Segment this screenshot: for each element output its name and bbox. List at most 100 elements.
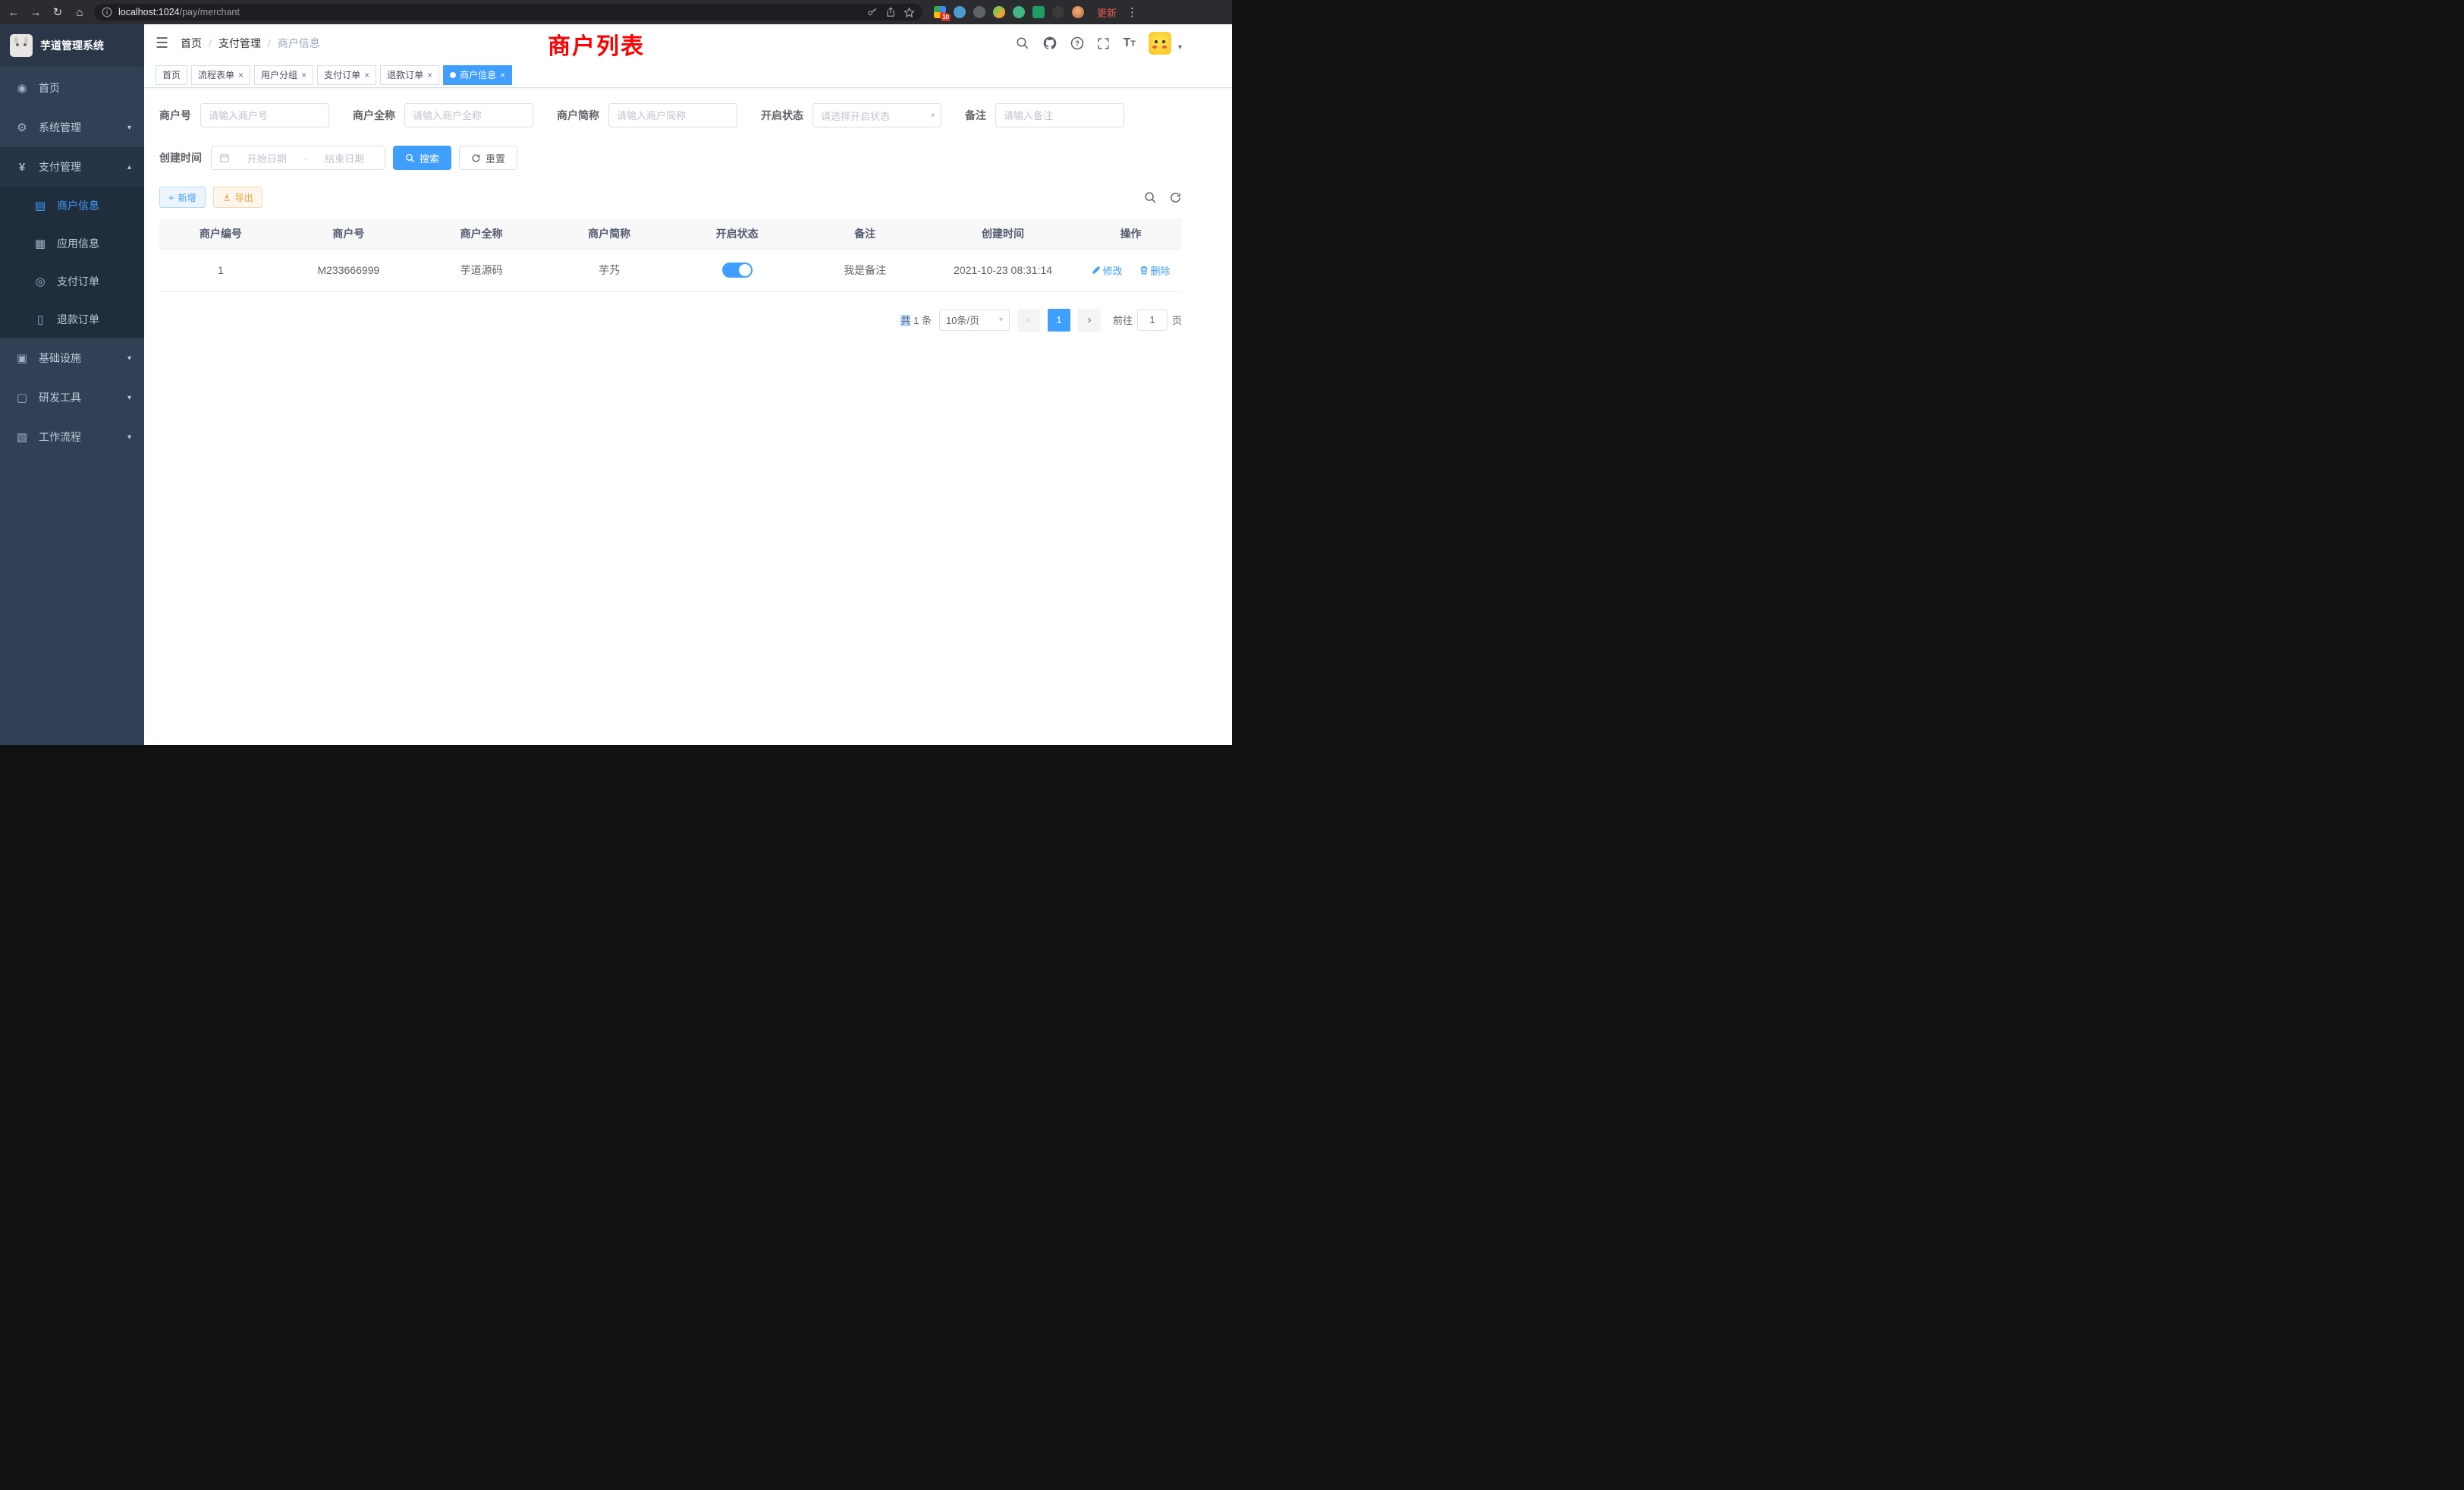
sidebar-item-payment[interactable]: ¥ 支付管理 ▴ bbox=[0, 147, 144, 187]
page-unit-label: 页 bbox=[1172, 313, 1182, 327]
remark-input[interactable] bbox=[995, 103, 1124, 127]
merchant-table: 商户编号 商户号 商户全称 商户简称 开启状态 备注 创建时间 操作 1 M23… bbox=[159, 218, 1182, 292]
refresh-icon[interactable] bbox=[1169, 191, 1182, 204]
sidebar-item-infrastructure[interactable]: ▣ 基础设施 ▾ bbox=[0, 338, 144, 378]
tab-refund-order[interactable]: 退款订单 × bbox=[380, 65, 439, 85]
password-key-icon[interactable] bbox=[867, 7, 878, 17]
field-status: 开启状态 请选择开启状态 ▾ bbox=[761, 103, 941, 127]
document-icon: ▯ bbox=[33, 313, 47, 326]
breadcrumb-separator: / bbox=[268, 37, 271, 49]
sidebar-item-label: 首页 bbox=[39, 80, 60, 96]
fullscreen-icon[interactable] bbox=[1097, 37, 1110, 50]
bookmark-star-icon[interactable] bbox=[904, 7, 915, 18]
table-toolbar: + 新增 导出 bbox=[159, 187, 1182, 208]
pagination-total-count: 1 bbox=[913, 315, 919, 326]
app-logo[interactable]: 芋道管理系统 bbox=[0, 24, 144, 67]
extension-icon[interactable] bbox=[993, 6, 1005, 18]
prev-page-button[interactable]: ‹ bbox=[1017, 309, 1040, 332]
extension-icon[interactable] bbox=[1052, 6, 1064, 18]
close-icon[interactable]: × bbox=[500, 71, 505, 80]
page-number-1[interactable]: 1 bbox=[1048, 309, 1070, 332]
full-name-input[interactable] bbox=[404, 103, 533, 127]
sidebar-item-app-info[interactable]: ▦ 应用信息 bbox=[0, 225, 144, 262]
page-size-select[interactable]: 10条/页 ▾ bbox=[939, 310, 1010, 331]
avatar-caret-icon[interactable]: ▾ bbox=[1178, 43, 1182, 55]
close-icon[interactable]: × bbox=[364, 71, 369, 80]
table-row: 1 M233666999 芋道源码 芋艿 我是备注 2021-10-23 08:… bbox=[159, 249, 1182, 291]
sidebar-item-system[interactable]: ⚙ 系统管理 ▾ bbox=[0, 108, 144, 147]
help-icon[interactable]: ? bbox=[1070, 36, 1084, 50]
tab-pay-order[interactable]: 支付订单 × bbox=[317, 65, 376, 85]
edit-link[interactable]: 修改 bbox=[1092, 263, 1123, 278]
tab-label: 退款订单 bbox=[387, 68, 423, 81]
sidebar-item-dev-tools[interactable]: ▢ 研发工具 ▾ bbox=[0, 378, 144, 417]
add-button[interactable]: + 新增 bbox=[159, 187, 206, 208]
reload-icon[interactable]: ↻ bbox=[50, 5, 65, 20]
forward-icon[interactable]: → bbox=[28, 5, 43, 20]
extension-icon[interactable] bbox=[973, 6, 985, 18]
update-button[interactable]: 更新 bbox=[1097, 5, 1117, 20]
extension-icon[interactable] bbox=[954, 6, 966, 18]
tags-view-bar: 首页 流程表单 × 用户分组 × 支付订单 × 退款订单 × 商户信息 × bbox=[144, 62, 1232, 88]
github-icon[interactable] bbox=[1042, 36, 1058, 51]
start-date-placeholder: 开始日期 bbox=[234, 151, 300, 165]
yen-icon: ¥ bbox=[15, 161, 29, 174]
reset-button[interactable]: 重置 bbox=[459, 146, 517, 170]
sidebar-item-pay-order[interactable]: ◎ 支付订单 bbox=[0, 262, 144, 300]
sidebar-item-label: 研发工具 bbox=[39, 390, 81, 405]
tab-user-group[interactable]: 用户分组 × bbox=[254, 65, 313, 85]
goto-page-input[interactable] bbox=[1137, 310, 1168, 331]
sidebar-fold-icon[interactable]: ☰ bbox=[156, 35, 168, 52]
close-icon[interactable]: × bbox=[427, 71, 432, 80]
plus-icon: + bbox=[168, 192, 174, 203]
tab-home[interactable]: 首页 bbox=[156, 65, 187, 85]
next-page-button[interactable]: › bbox=[1078, 309, 1101, 332]
extension-icon[interactable] bbox=[1013, 6, 1025, 18]
sidebar-item-label: 商户信息 bbox=[57, 198, 99, 213]
close-icon[interactable]: × bbox=[301, 71, 306, 80]
extensions-row: 10 bbox=[934, 6, 1084, 18]
field-create-time: 创建时间 开始日期 - 结束日期 bbox=[159, 146, 385, 170]
profile-avatar-icon[interactable] bbox=[1072, 6, 1084, 18]
status-toggle[interactable] bbox=[722, 262, 753, 278]
search-icon[interactable] bbox=[1016, 36, 1029, 50]
select-placeholder: 请选择开启状态 bbox=[821, 108, 890, 123]
tab-process-form[interactable]: 流程表单 × bbox=[191, 65, 250, 85]
breadcrumb-item[interactable]: 首页 bbox=[181, 36, 202, 51]
sidebar-item-refund-order[interactable]: ▯ 退款订单 bbox=[0, 300, 144, 338]
field-short-name: 商户简称 bbox=[557, 103, 737, 127]
delete-link[interactable]: 删除 bbox=[1139, 263, 1171, 278]
browser-menu-icon[interactable]: ⋮ bbox=[1127, 5, 1139, 19]
field-remark: 备注 bbox=[965, 103, 1124, 127]
short-name-input[interactable] bbox=[608, 103, 737, 127]
create-time-range-picker[interactable]: 开始日期 - 结束日期 bbox=[211, 146, 385, 170]
sidebar-item-home[interactable]: ◉ 首页 bbox=[0, 68, 144, 108]
site-info-icon[interactable] bbox=[102, 7, 112, 17]
breadcrumb-separator: / bbox=[209, 37, 212, 49]
search-button[interactable]: 搜索 bbox=[393, 146, 451, 170]
extension-icon[interactable] bbox=[1032, 6, 1045, 18]
status-select[interactable]: 请选择开启状态 ▾ bbox=[812, 103, 941, 127]
close-icon[interactable]: × bbox=[238, 71, 244, 80]
sidebar-item-merchant-info[interactable]: ▤ 商户信息 bbox=[0, 187, 144, 225]
pagination: 共 1 条 10条/页 ▾ ‹ 1 › 前往 页 bbox=[159, 309, 1182, 332]
user-avatar[interactable] bbox=[1149, 32, 1171, 55]
field-label: 开启状态 bbox=[761, 108, 803, 123]
extensions-grid-icon[interactable]: 10 bbox=[934, 6, 946, 18]
merchant-no-input[interactable] bbox=[200, 103, 329, 127]
home-icon[interactable]: ⌂ bbox=[72, 5, 87, 20]
search-form-row-2: 创建时间 开始日期 - 结束日期 搜索 重置 bbox=[159, 146, 1182, 170]
sidebar-item-workflow[interactable]: ▧ 工作流程 ▾ bbox=[0, 417, 144, 457]
font-size-icon[interactable]: TT bbox=[1123, 36, 1136, 50]
col-merchant-id: 商户编号 bbox=[159, 218, 282, 249]
tab-merchant-info[interactable]: 商户信息 × bbox=[443, 65, 512, 85]
toggle-search-icon[interactable] bbox=[1144, 191, 1157, 204]
share-icon[interactable] bbox=[885, 7, 896, 17]
breadcrumb-item[interactable]: 支付管理 bbox=[218, 36, 261, 51]
back-icon[interactable]: ← bbox=[6, 5, 21, 20]
export-button[interactable]: 导出 bbox=[213, 187, 262, 208]
col-remark: 备注 bbox=[803, 218, 926, 249]
address-bar[interactable]: localhost:1024/pay/merchant bbox=[94, 4, 922, 20]
field-label: 创建时间 bbox=[159, 150, 202, 165]
chevron-down-icon: ▾ bbox=[999, 316, 1003, 324]
